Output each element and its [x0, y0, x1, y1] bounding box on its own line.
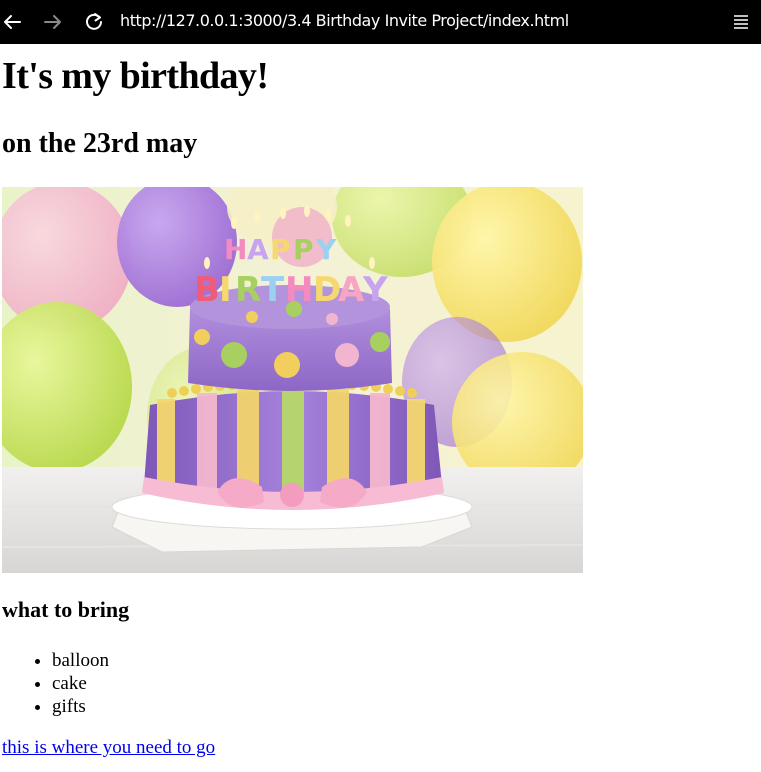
hamburger-menu-icon [734, 15, 748, 29]
directions-link[interactable]: this is where you need to go [2, 737, 215, 759]
svg-text:P: P [270, 233, 291, 266]
forward-button[interactable] [41, 10, 65, 34]
list-item: balloon [52, 649, 109, 672]
svg-text:A: A [247, 233, 269, 266]
what-to-bring-heading: what to bring [2, 597, 130, 622]
back-button[interactable] [0, 10, 24, 34]
bring-list: balloon cake gifts [32, 649, 109, 718]
svg-text:A: A [338, 270, 365, 310]
svg-text:T: T [261, 270, 285, 310]
list-item: gifts [52, 695, 109, 718]
svg-text:D: D [313, 270, 341, 310]
svg-text:P: P [293, 233, 314, 266]
svg-text:H: H [224, 233, 247, 266]
svg-text:H: H [285, 270, 313, 310]
date-subheading: on the 23rd may [2, 128, 198, 159]
svg-text:B: B [194, 270, 220, 310]
birthday-cake-image: H A P P Y B I R T H D A Y [2, 187, 583, 573]
browser-toolbar: http://127.0.0.1:3000/3.4 Birthday Invit… [0, 0, 761, 44]
address-bar[interactable]: http://127.0.0.1:3000/3.4 Birthday Invit… [120, 10, 569, 32]
svg-text:Y: Y [315, 233, 337, 266]
page-title: It's my birthday! [2, 55, 269, 97]
reload-icon [86, 13, 102, 30]
svg-text:I: I [219, 270, 232, 310]
svg-text:Y: Y [362, 270, 388, 310]
list-item: cake [52, 672, 109, 695]
menu-button[interactable] [729, 10, 753, 34]
svg-text:R: R [235, 270, 261, 310]
reload-button[interactable] [82, 10, 106, 34]
arrow-right-icon [44, 15, 61, 29]
arrow-left-icon [4, 15, 21, 29]
